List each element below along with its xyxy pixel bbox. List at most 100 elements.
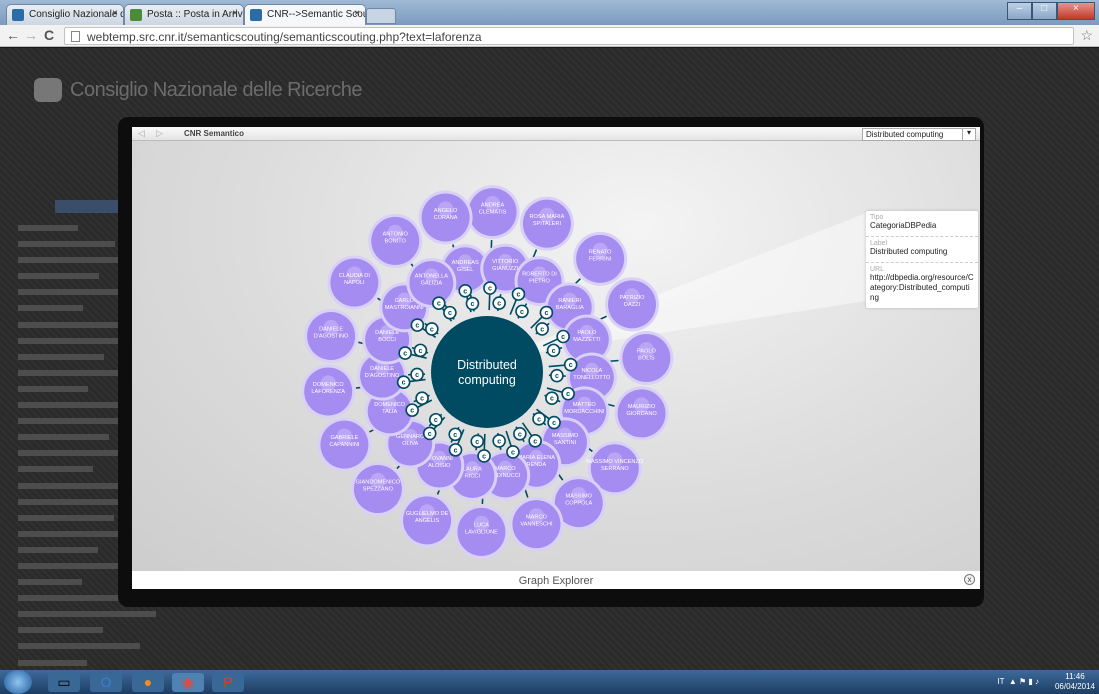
person-label: D'AGOSTINO — [314, 334, 349, 340]
person-label: MARCO — [495, 466, 516, 472]
clock-time: 11:46 — [1065, 672, 1085, 681]
info-tipo-value: CategoriaDBPedia — [870, 221, 937, 230]
site-list-row — [18, 606, 378, 622]
person-label: LAVIGLIONE — [465, 529, 498, 535]
connector-glyph: c — [482, 453, 486, 460]
topic-select[interactable]: Distributed computing ▾ — [862, 128, 976, 141]
browser-tab-semantic[interactable]: CNR-->Semantic Scouting × — [244, 4, 366, 25]
connector-glyph: c — [403, 351, 407, 358]
connector-glyph: c — [428, 431, 432, 438]
language-indicator[interactable]: IT — [997, 677, 1004, 686]
reload-button[interactable]: C — [44, 27, 54, 43]
person-label: GIANDOMENICO — [356, 480, 401, 486]
connector-glyph: c — [517, 292, 521, 299]
person-label: FERRINI — [589, 256, 612, 262]
center-node-label: computing — [458, 373, 516, 387]
forward-arrow-icon[interactable]: ▷ — [156, 128, 163, 139]
connector-glyph: c — [550, 396, 554, 403]
connector-glyph: c — [463, 288, 467, 295]
connector-glyph: c — [520, 309, 524, 316]
maximize-button[interactable]: □ — [1031, 2, 1057, 20]
powerpoint-icon[interactable]: P — [212, 673, 244, 692]
cnr-logo-icon — [34, 78, 62, 102]
firefox-icon[interactable]: ● — [132, 673, 164, 692]
connector-glyph: c — [497, 438, 501, 445]
person-label: MAZZETTI — [573, 337, 601, 343]
semantic-graph: ANDREACLEMATIS ROSA MARIASPITALERI RENATOF… — [301, 185, 674, 559]
person-label: ANTONIO — [383, 231, 409, 237]
person-label: PAOLO — [637, 349, 657, 355]
person-label: OLIVA — [402, 441, 418, 447]
window-controls: – □ × — [1007, 2, 1095, 20]
back-button[interactable]: ← — [6, 27, 20, 43]
person-label: DOMENICO — [374, 402, 405, 408]
bookmark-star-icon[interactable]: ☆ — [1080, 27, 1093, 44]
person-label: RICCI — [465, 473, 481, 479]
connector-glyph: c — [418, 348, 422, 355]
person-label: MASSIMO VINCENZO — [586, 459, 644, 465]
person-label: CLEMATIS — [479, 210, 507, 216]
person-label: TONELLOTTO — [573, 375, 611, 381]
connector-glyph: c — [552, 420, 556, 427]
connector-glyph: c — [511, 449, 515, 456]
person-label: ANGELIS — [415, 518, 440, 524]
connector-glyph: c — [453, 432, 457, 439]
connector-glyph: c — [555, 373, 559, 380]
minimize-button[interactable]: – — [1007, 2, 1032, 20]
close-window-button[interactable]: × — [1056, 2, 1095, 20]
explorer-icon[interactable]: ▭ — [48, 673, 80, 692]
chevron-down-icon: ▾ — [962, 128, 975, 141]
person-label: SANTINI — [554, 440, 577, 446]
person-label: ANGELO — [434, 208, 458, 214]
tray-icons[interactable]: ▲ ⚑ ▮ ♪ — [1007, 677, 1039, 686]
info-label-value: Distributed computing — [870, 247, 948, 256]
browser-tab-posta[interactable]: Posta :: Posta in Arrivo: Fo × — [124, 4, 244, 25]
new-tab-button[interactable] — [366, 8, 396, 24]
person-label: LAURA — [463, 466, 482, 472]
connector-glyph: c — [537, 416, 541, 423]
browser-tab-cnr[interactable]: Consiglio Nazionale delle × — [6, 4, 124, 25]
connector-glyph: c — [488, 286, 492, 293]
footer-label: Graph Explorer — [518, 575, 594, 587]
close-tab-icon[interactable]: × — [112, 8, 118, 19]
close-tab-icon[interactable]: × — [232, 8, 238, 19]
outlook-icon[interactable]: O — [90, 673, 122, 692]
person-label: COPPOLA — [565, 501, 592, 507]
connector-glyph: c — [561, 334, 565, 341]
clock-date: 06/04/2014 — [1054, 682, 1095, 691]
site-list-row — [18, 622, 378, 638]
clock[interactable]: 11:46 06/04/2014 — [1055, 672, 1095, 692]
address-bar[interactable]: webtemp.src.cnr.it/semanticscouting/sema… — [64, 27, 1074, 45]
person-label: MASSIMO — [552, 433, 579, 439]
back-arrow-icon[interactable]: ◁ — [138, 128, 145, 139]
graph-panel: ◁ ▷ CNR Semantico Distributed computing … — [132, 127, 980, 589]
connector-glyph: c — [434, 417, 438, 424]
person-label: VITTORIO — [492, 259, 519, 265]
close-modal-button[interactable]: x — [964, 574, 975, 585]
info-url-value[interactable]: http://dbpedia.org/resource/Category:Dis… — [870, 273, 974, 303]
person-label: DAZZI — [624, 302, 641, 308]
person-label: ROBERTO DI — [522, 272, 557, 278]
connector-glyph: c — [410, 408, 414, 415]
connector-glyph: c — [518, 431, 522, 438]
connector-glyph: c — [540, 326, 544, 333]
windows-taskbar: ▭ O ● ◉ P IT ▲ ⚑ ▮ ♪ 11:46 06/04/2014 — [0, 670, 1099, 694]
mail-favicon-icon — [130, 9, 142, 21]
connector-glyph: c — [402, 380, 406, 387]
connector-glyph: c — [430, 326, 434, 333]
start-button[interactable] — [4, 670, 32, 694]
person-label: GENNARO — [396, 434, 425, 440]
connector-glyph: c — [415, 372, 419, 379]
person-label: SERRANO — [601, 466, 629, 472]
connector-glyph: c — [569, 362, 573, 369]
forward-button[interactable]: → — [24, 27, 38, 43]
connector-glyph: c — [415, 323, 419, 330]
connector-glyph: c — [552, 348, 556, 355]
cnr-favicon-icon — [250, 9, 262, 21]
connector-glyph: c — [475, 439, 479, 446]
close-tab-icon[interactable]: × — [354, 8, 360, 19]
person-label: BONITO — [385, 238, 407, 244]
person-label: CAPANNINI — [329, 442, 359, 448]
person-label: CLAUDIA DI — [339, 273, 371, 279]
chrome-icon[interactable]: ◉ — [172, 673, 204, 692]
